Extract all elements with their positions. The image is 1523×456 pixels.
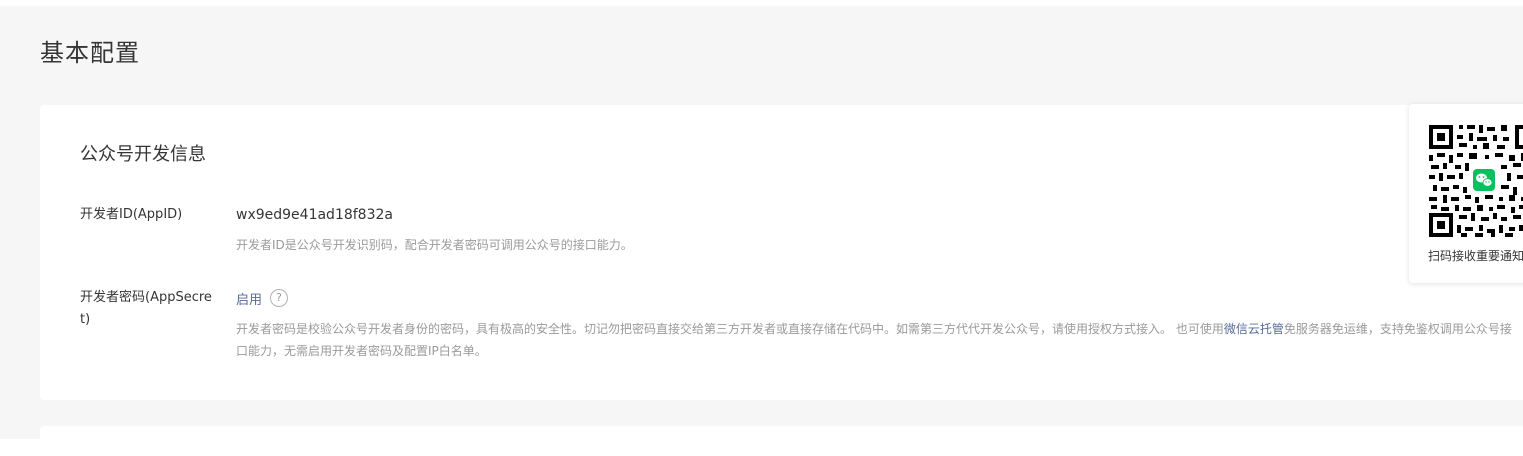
- appsecret-action-row: 启用 ?: [236, 287, 289, 309]
- enable-secret-link[interactable]: 启用: [236, 289, 262, 308]
- wechat-icon: [1473, 169, 1495, 191]
- qr-notification-panel: 扫码接收重要通知: [1409, 104, 1523, 283]
- appsecret-description: 开发者密码是校验公众号开发者身份的密码，具有极高的安全性。切记勿把密码直接交给第…: [236, 318, 1521, 362]
- qr-caption: 扫码接收重要通知: [1428, 249, 1523, 263]
- appid-description: 开发者ID是公众号开发识别码，配合开发者密码可调用公众号的接口能力。: [236, 238, 633, 252]
- next-card: [40, 426, 1523, 456]
- question-icon[interactable]: ?: [270, 289, 289, 307]
- section-title: 公众号开发信息: [80, 144, 206, 165]
- qr-code: [1429, 125, 1523, 237]
- appid-value: wx9ed9e41ad18f832a: [236, 207, 393, 223]
- appsecret-label: 开发者密码(AppSecret): [80, 290, 212, 327]
- appsecret-description-text: 开发者密码是校验公众号开发者身份的密码，具有极高的安全性。切记勿把密码直接交给第…: [236, 322, 1224, 336]
- wechat-cloud-hosting-link[interactable]: 微信云托管: [1224, 322, 1284, 336]
- appid-label: 开发者ID(AppID): [80, 207, 183, 222]
- page-title: 基本配置: [40, 39, 140, 67]
